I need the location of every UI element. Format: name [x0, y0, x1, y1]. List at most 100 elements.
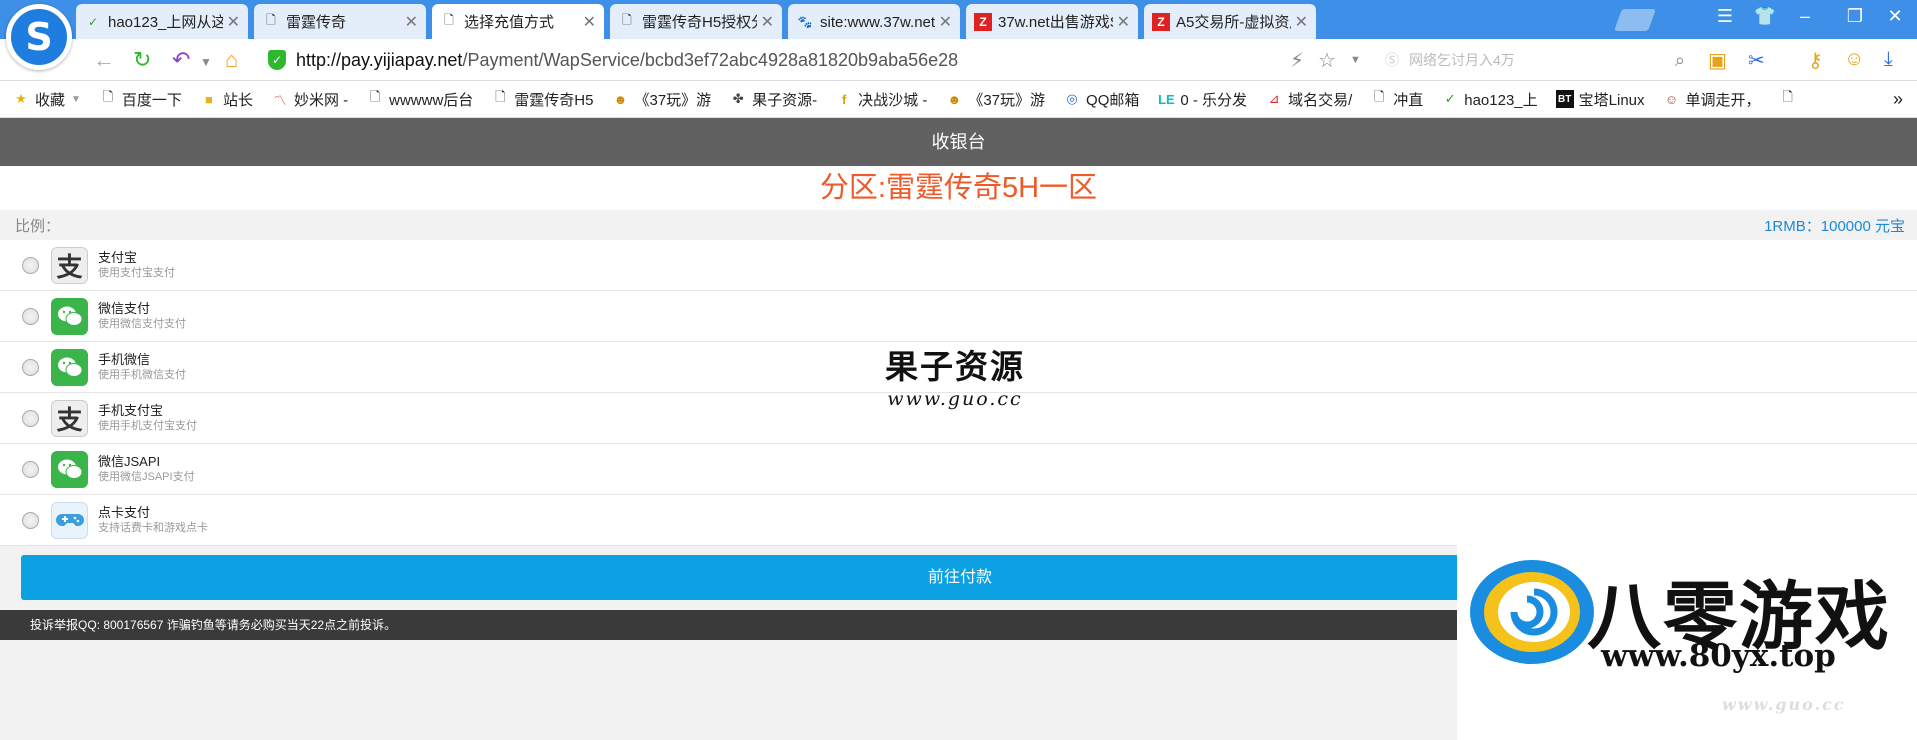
search-icon[interactable]: ⌕: [1675, 50, 1685, 71]
payment-desc: 使用微信支付支付: [98, 317, 186, 330]
bookmark-item[interactable]: ☺ 单调走开，: [1663, 89, 1761, 110]
bookmark-label: 冲直: [1393, 91, 1424, 109]
radio-button[interactable]: [22, 460, 39, 478]
close-icon[interactable]: ✕: [583, 12, 596, 32]
payment-option-wechat-jsapi[interactable]: 微信JSAPI 使用微信JSAPI支付: [0, 444, 1917, 495]
star-icon[interactable]: ☆: [1318, 48, 1336, 73]
bookmark-item[interactable]: 🗋 百度一下: [99, 89, 182, 110]
bookmark-label: QQ邮箱: [1086, 91, 1140, 109]
close-icon[interactable]: ✕: [405, 12, 418, 32]
bookmark-label: 宝塔Linux: [1578, 91, 1645, 109]
radio-button[interactable]: [22, 307, 39, 325]
tab-label: 37w.net出售游戏SF源: [998, 14, 1113, 31]
le-icon: LE: [1158, 91, 1175, 107]
bookmark-label: 雷霆传奇H5: [514, 91, 594, 109]
bookmark-item[interactable]: 🗋 冲直: [1370, 89, 1423, 110]
payment-desc: 使用手机微信支付: [98, 368, 186, 381]
tab-label: 选择充值方式: [464, 14, 555, 31]
close-icon[interactable]: ✕: [1117, 12, 1130, 32]
download-icon[interactable]: ⤓: [1884, 48, 1893, 71]
key-icon[interactable]: ⚷: [1808, 48, 1823, 73]
emoji-icon[interactable]: ☺: [1844, 48, 1864, 71]
tab-leiting-h5[interactable]: 🗋 雷霆传奇H5授权分级 ✕: [610, 4, 782, 39]
chevron-down-icon[interactable]: ▼: [200, 55, 212, 69]
home-icon[interactable]: ⌂: [225, 47, 238, 73]
restore-icon[interactable]: ❐: [1840, 6, 1870, 27]
tab-bar: ✓ hao123_上网从这里开始 ✕ 🗋 雷霆传奇 ✕ 🗋 选择充值方式 ✕ 🗋…: [0, 0, 1917, 39]
bookmark-item[interactable]: ■ 站长: [200, 89, 253, 110]
bookmark-item[interactable]: LE 0 - 乐分发: [1157, 89, 1247, 110]
back-icon[interactable]: ←: [93, 47, 115, 73]
close-icon[interactable]: ✕: [227, 12, 240, 32]
page-icon: 🗋: [369, 89, 381, 104]
browser-logo[interactable]: S: [6, 4, 72, 70]
bookmark-item[interactable]: 🗋: [1779, 89, 1802, 108]
menu-icon[interactable]: ☰: [1710, 6, 1740, 27]
payment-title: 支付宝: [98, 249, 138, 265]
minimize-icon[interactable]: –: [1790, 6, 1820, 27]
search-engine-icon[interactable]: Ⓢ: [1385, 50, 1399, 70]
payment-option-alipay[interactable]: 支 支付宝 使用支付宝支付: [0, 240, 1917, 291]
bookmark-item[interactable]: ◎ QQ邮箱: [1063, 89, 1139, 110]
tab-label: 雷霆传奇: [286, 14, 347, 31]
bt-icon: BT: [1555, 90, 1574, 108]
bookmark-item[interactable]: 🗋 雷霆传奇H5: [491, 89, 593, 110]
bookmark-item[interactable]: ★ 收藏 ▼: [12, 89, 81, 110]
bookmarks-overflow-button[interactable]: »: [1893, 89, 1903, 110]
new-tab-button[interactable]: [1613, 9, 1657, 31]
radio-button[interactable]: [22, 409, 39, 427]
tab-label: hao123_上网从这里开始: [108, 14, 223, 31]
doc-icon: 🗋: [495, 89, 506, 104]
star-icon: ★: [15, 91, 27, 106]
80yx-watermark: 八零游戏 www.80yx.top www.guo.cc: [1457, 540, 1917, 740]
chevron-down-icon[interactable]: ▼: [1350, 54, 1361, 66]
bookmark-item[interactable]: 〽妙米网 -: [271, 89, 348, 110]
z-icon: Z: [1152, 12, 1170, 31]
tab-a5[interactable]: Z A5交易所-虚拟资产交 ✕: [1144, 4, 1316, 39]
page-icon: 🗋: [444, 13, 454, 27]
watermark-title: 果子资源: [885, 347, 1025, 386]
logo-glyph: S: [25, 15, 53, 59]
bookmark-item[interactable]: ⊿ 域名交易/: [1265, 89, 1353, 110]
qq-mail-icon: ◎: [1066, 91, 1078, 106]
bookmark-item[interactable]: 🗋 wwwww后台: [366, 89, 473, 110]
tab-payment-method[interactable]: 🗋 选择充值方式 ✕: [432, 4, 604, 39]
bookmark-item[interactable]: f 决战沙城 -: [835, 89, 927, 110]
payment-option-card[interactable]: 点卡支付 支持话费卡和游戏点卡: [0, 495, 1917, 546]
tab-baidu-search[interactable]: 🐾 site:www.37w.net_百 ✕: [788, 4, 960, 39]
payment-title: 手机微信: [98, 351, 151, 367]
extension-icon[interactable]: ▣: [1708, 48, 1727, 73]
lightning-icon[interactable]: ⚡: [1290, 48, 1304, 73]
url-field[interactable]: ✓ http://pay.yijiapay.net/Payment/WapSer…: [268, 45, 1372, 75]
close-window-icon[interactable]: ✕: [1880, 6, 1910, 27]
tab-leiting[interactable]: 🗋 雷霆传奇 ✕: [254, 4, 426, 39]
ratio-row: 比例： 1RMB：100000 元宝: [0, 210, 1917, 240]
bookmark-item[interactable]: ✤ 果子资源-: [729, 89, 817, 110]
undo-icon[interactable]: ↶: [172, 47, 190, 73]
wechat-icon: [51, 297, 88, 335]
radio-button[interactable]: [22, 511, 39, 529]
bookmark-item[interactable]: BT 宝塔Linux: [1555, 89, 1645, 110]
bookmark-label: wwwww后台: [389, 91, 474, 109]
payment-option-wechat[interactable]: 微信支付 使用微信支付支付: [0, 291, 1917, 342]
refresh-icon[interactable]: ↻: [133, 47, 151, 73]
radio-button[interactable]: [22, 256, 39, 274]
folder-icon: ■: [205, 91, 213, 107]
doc-icon: 🗋: [622, 13, 632, 27]
bookmark-item[interactable]: ☻ 《37玩》游: [611, 89, 712, 110]
search-field[interactable]: Ⓢ 网络乞讨月入4万 ⌕: [1385, 46, 1685, 74]
radio-button[interactable]: [22, 358, 39, 376]
bookmark-item[interactable]: ✓ hao123_上: [1441, 89, 1538, 110]
close-icon[interactable]: ✕: [1295, 12, 1308, 32]
close-icon[interactable]: ✕: [939, 12, 952, 32]
scissors-icon[interactable]: ✂: [1748, 48, 1765, 73]
tab-hao123[interactable]: ✓ hao123_上网从这里开始 ✕: [76, 4, 248, 39]
guozi-icon: ✤: [732, 91, 744, 106]
page-icon: 🗋: [1782, 89, 1793, 104]
tab-37w[interactable]: Z 37w.net出售游戏SF源 ✕: [966, 4, 1138, 39]
bookmark-item[interactable]: ☻ 《37玩》游: [945, 89, 1046, 110]
watermark-url: www.guo.cc: [887, 388, 1023, 410]
skin-icon[interactable]: 👕: [1750, 6, 1780, 27]
close-icon[interactable]: ✕: [761, 12, 774, 32]
bookmark-label: 《37玩》游: [634, 91, 712, 109]
